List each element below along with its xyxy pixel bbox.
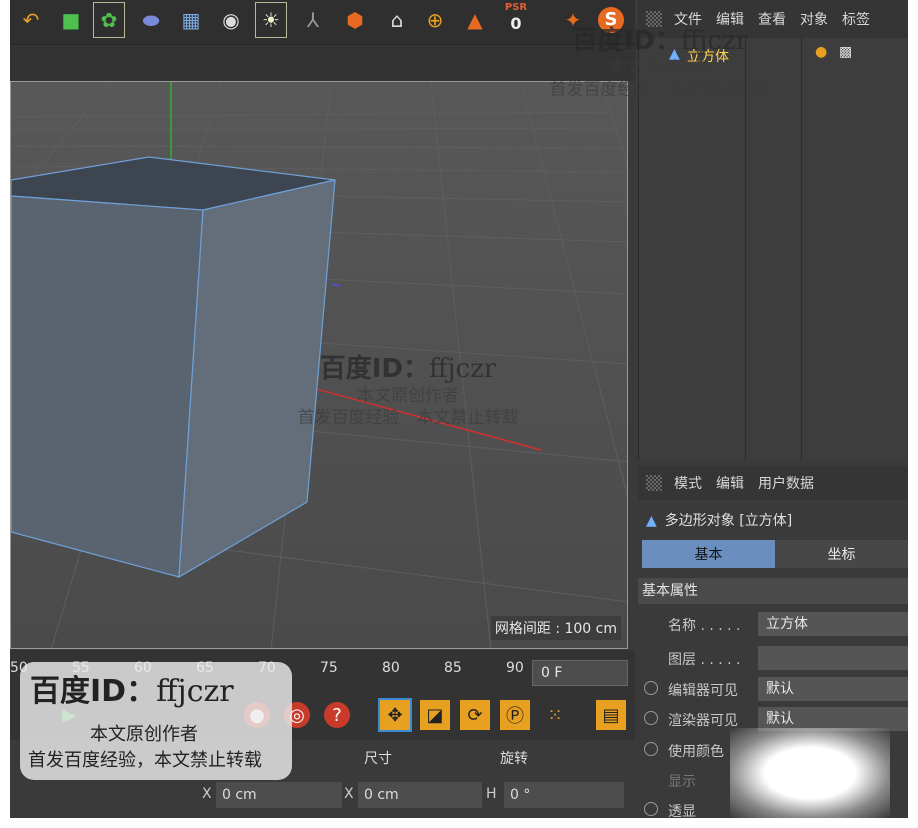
column-divider bbox=[745, 38, 746, 460]
redo-icon[interactable]: ▲ bbox=[460, 3, 490, 37]
layer-field[interactable] bbox=[758, 646, 908, 670]
prop-label: 图层 . . . . . bbox=[668, 652, 741, 668]
tick-label: 85 bbox=[444, 660, 462, 676]
psr-value: 0 bbox=[510, 14, 522, 33]
tick-label: 90 bbox=[506, 660, 524, 676]
watermark-id-name: ffjczr bbox=[156, 674, 234, 709]
name-field[interactable]: 立方体 bbox=[758, 612, 908, 636]
watermark-id: 百度ID：ffjczr bbox=[30, 666, 234, 710]
animate-radio[interactable] bbox=[644, 742, 658, 756]
menu-tags[interactable]: 标签 bbox=[842, 9, 870, 29]
watermark-id-name: ffjczr bbox=[429, 354, 497, 384]
prop-label: 透显 bbox=[668, 804, 696, 818]
size-header: 尺寸 bbox=[364, 751, 392, 767]
prop-label: 编辑器可见 bbox=[668, 683, 738, 699]
tick-label: 80 bbox=[382, 660, 400, 676]
watermark-line2: 首发百度经验，本文禁止转载 bbox=[28, 750, 262, 771]
menu-edit[interactable]: 编辑 bbox=[716, 473, 744, 493]
x-position-field[interactable]: 0 cm bbox=[216, 782, 342, 808]
prop-name: 名称 . . . . . 立方体 bbox=[638, 610, 908, 638]
watermark-line2: 首发百度经验 本文禁止转载 bbox=[297, 408, 519, 428]
grid-icon[interactable]: ▦ bbox=[176, 3, 206, 37]
attribute-tabs: 基本 坐标 bbox=[642, 540, 908, 568]
watermark-line1: 本文原创作者 bbox=[90, 724, 198, 745]
parameter-icon[interactable]: Ⓟ bbox=[500, 700, 530, 730]
watermark-center: 百度ID：ffjczr 本文原创作者 首发百度经验 本文禁止转载 bbox=[278, 348, 538, 429]
prop-label: 名称 . . . . . bbox=[668, 618, 741, 634]
prop-label: 使用颜色 bbox=[668, 744, 724, 760]
watermark-id: 百度ID：ffjczr bbox=[278, 348, 538, 385]
tab-coord[interactable]: 坐标 bbox=[775, 540, 908, 568]
help-icon[interactable]: ? bbox=[324, 702, 350, 728]
grip-icon[interactable] bbox=[646, 475, 662, 491]
attribute-manager-menubar: 模式 编辑 用户数据 bbox=[638, 466, 908, 500]
prop-layer: 图层 . . . . . bbox=[638, 644, 908, 672]
menu-user-data[interactable]: 用户数据 bbox=[758, 473, 814, 493]
coord-icon[interactable]: ⊕ bbox=[420, 3, 450, 37]
coordinates-row-x: X 0 cm X 0 cm H 0 ° bbox=[10, 778, 635, 818]
animate-radio[interactable] bbox=[644, 681, 658, 695]
cube-icon[interactable]: ■ bbox=[56, 3, 86, 37]
rotation-header: 旋转 bbox=[500, 751, 528, 767]
undo-icon[interactable]: ↶ bbox=[16, 3, 46, 37]
tag-icon[interactable]: ⬢ bbox=[340, 3, 370, 37]
film-icon[interactable]: ▤ bbox=[596, 700, 626, 730]
pla-icon[interactable]: ⁙ bbox=[540, 700, 570, 730]
attribute-title-text: 多边形对象 [立方体] bbox=[664, 513, 793, 529]
material-tag-icon[interactable]: ▩ bbox=[839, 44, 852, 60]
axis-icon[interactable]: ⅄ bbox=[298, 3, 328, 37]
watermark-top: 百度ID：ffjczr 本文原创作者 首发百度经验 本文禁止转载 bbox=[530, 20, 790, 101]
rotate-icon[interactable]: ⟳ bbox=[460, 700, 490, 730]
current-frame-field[interactable]: 0 F bbox=[532, 660, 628, 686]
h-axis-label: H bbox=[486, 786, 497, 802]
watermark-id-label: 百度ID： bbox=[30, 674, 157, 709]
camera-icon[interactable]: ◉ bbox=[216, 3, 246, 37]
scale-icon[interactable]: ◪ bbox=[420, 700, 450, 730]
prop-label: 渲染器可见 bbox=[668, 713, 738, 729]
polygon-object-icon: ▲ bbox=[646, 513, 657, 529]
x-size-field[interactable]: 0 cm bbox=[358, 782, 482, 808]
psr-indicator: PSR 0 bbox=[498, 2, 534, 38]
menu-objects[interactable]: 对象 bbox=[800, 9, 828, 29]
cloner-icon[interactable]: ✿ bbox=[93, 2, 125, 38]
prop-editor-visible: 编辑器可见 默认 bbox=[638, 675, 908, 703]
section-basic-properties: 基本属性 bbox=[638, 578, 908, 604]
tick-label: 75 bbox=[320, 660, 338, 676]
x-axis-label: X bbox=[202, 786, 212, 802]
watermark-line1: 本文原创作者 bbox=[609, 58, 711, 78]
deformer-icon[interactable]: ⬬ bbox=[136, 3, 166, 37]
watermark-bottom-left: 百度ID：ffjczr 本文原创作者 首发百度经验，本文禁止转载 bbox=[20, 662, 292, 780]
watermark-id-label: 百度ID： bbox=[319, 354, 430, 384]
watermark-line1: 本文原创作者 bbox=[357, 386, 459, 406]
animate-radio[interactable] bbox=[644, 802, 658, 816]
attribute-title: ▲ 多边形对象 [立方体] bbox=[646, 510, 792, 530]
watermark-id-name: ffjczr bbox=[681, 26, 749, 56]
light-icon[interactable]: ☀ bbox=[255, 2, 287, 38]
object-manager-panel: ▲ 立方体 ● ▩ bbox=[638, 38, 908, 460]
watermark-id-label: 百度ID： bbox=[571, 26, 682, 56]
menu-mode[interactable]: 模式 bbox=[674, 473, 702, 493]
editor-visible-select[interactable]: 默认 bbox=[758, 677, 908, 701]
render-icon[interactable]: ⌂ bbox=[382, 3, 412, 37]
animate-radio[interactable] bbox=[644, 711, 658, 725]
phong-tag-icon[interactable]: ● bbox=[815, 44, 827, 60]
h-rotation-field[interactable]: 0 ° bbox=[504, 782, 624, 808]
blur-overlay bbox=[730, 728, 890, 818]
watermark-id: 百度ID：ffjczr bbox=[530, 20, 790, 57]
watermark-line2: 首发百度经验 本文禁止转载 bbox=[549, 80, 771, 100]
tab-basic[interactable]: 基本 bbox=[642, 540, 775, 568]
column-divider bbox=[801, 38, 802, 460]
psr-label: PSR bbox=[504, 2, 528, 13]
grid-spacing-label: 网格间距 : 100 cm bbox=[490, 616, 621, 640]
move-icon[interactable]: ✥ bbox=[378, 698, 412, 732]
prop-label: 显示 bbox=[668, 774, 696, 790]
x-size-axis-label: X bbox=[344, 786, 354, 802]
